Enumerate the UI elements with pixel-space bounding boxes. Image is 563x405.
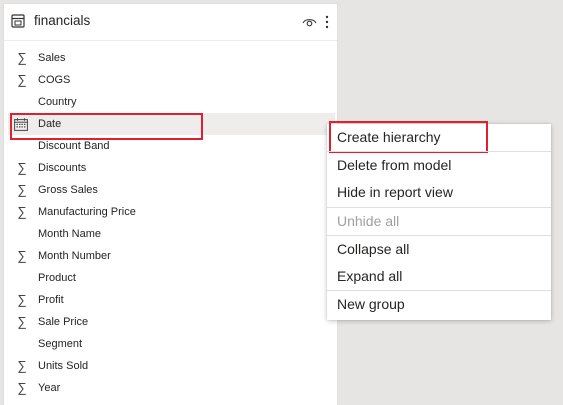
field-label: Segment [38,338,83,350]
field-month-number[interactable]: ∑ Month Number [8,245,335,267]
menu-item-hide-in-report-view[interactable]: Hide in report view [327,179,551,206]
field-discounts[interactable]: ∑ Discounts [8,157,335,179]
fields-pane: financials ∑ Sales ∑ COGS Country Date D… [3,3,338,405]
field-country[interactable]: Country [8,91,335,113]
field-label: Profit [38,294,64,306]
sigma-icon: ∑ [17,380,27,395]
sigma-icon: ∑ [17,160,27,175]
menu-item-delete-from-model[interactable]: Delete from model [327,152,551,179]
field-label: Manufacturing Price [38,206,136,218]
field-label: Country [38,96,77,108]
table-header[interactable]: financials [4,4,337,41]
field-cogs[interactable]: ∑ COGS [8,69,335,91]
table-name: financials [34,13,91,28]
sigma-icon: ∑ [17,292,27,307]
more-options-icon[interactable] [324,14,330,30]
field-label: COGS [38,74,71,86]
sigma-icon: ∑ [17,204,27,219]
field-sales[interactable]: ∑ Sales [8,47,335,69]
menu-item-create-hierarchy[interactable]: Create hierarchy [327,121,551,153]
field-label: Product [38,272,76,284]
field-label: Units Sold [38,360,89,372]
sigma-icon: ∑ [17,182,27,197]
menu-item-collapse-all[interactable]: Collapse all [327,236,551,263]
context-menu: Create hierarchy Delete from model Hide … [327,121,551,320]
menu-item-label: Unhide all [337,213,400,229]
menu-item-unhide-all: Unhide all [327,208,551,235]
menu-item-expand-all[interactable]: Expand all [327,263,551,290]
menu-item-new-group[interactable]: New group [327,291,551,318]
field-label: Gross Sales [38,184,98,196]
menu-item-label: Expand all [337,268,403,284]
menu-item-label: Create hierarchy [337,129,441,145]
field-discount-band[interactable]: Discount Band [8,135,335,157]
menu-item-label: Delete from model [337,157,452,173]
field-year[interactable]: ∑ Year [8,377,335,399]
sigma-icon: ∑ [17,314,27,329]
field-date[interactable]: Date [8,113,335,135]
field-gross-sales[interactable]: ∑ Gross Sales [8,179,335,201]
sigma-icon: ∑ [17,50,27,65]
field-label: Month Number [38,250,111,262]
menu-item-label: Hide in report view [337,184,453,200]
field-label: Discount Band [38,140,110,152]
table-icon [11,14,25,28]
field-label: Year [38,382,61,394]
sigma-icon: ∑ [17,72,27,87]
field-month-name[interactable]: Month Name [8,223,335,245]
field-units-sold[interactable]: ∑ Units Sold [8,355,335,377]
menu-item-label: New group [337,296,405,312]
field-label: Sales [38,52,66,64]
field-product[interactable]: Product [8,267,335,289]
field-label: Month Name [38,228,101,240]
sigma-icon: ∑ [17,248,27,263]
field-label: Date [38,118,62,130]
field-profit[interactable]: ∑ Profit [8,289,335,311]
field-manufacturing-price[interactable]: ∑ Manufacturing Price [8,201,335,223]
calendar-icon [14,118,28,131]
field-label: Sale Price [38,316,89,328]
field-label: Discounts [38,162,87,174]
sigma-icon: ∑ [17,358,27,373]
field-sale-price[interactable]: ∑ Sale Price [8,311,335,333]
eye-icon[interactable] [302,16,317,28]
menu-item-label: Collapse all [337,241,410,257]
field-segment[interactable]: Segment [8,333,335,355]
